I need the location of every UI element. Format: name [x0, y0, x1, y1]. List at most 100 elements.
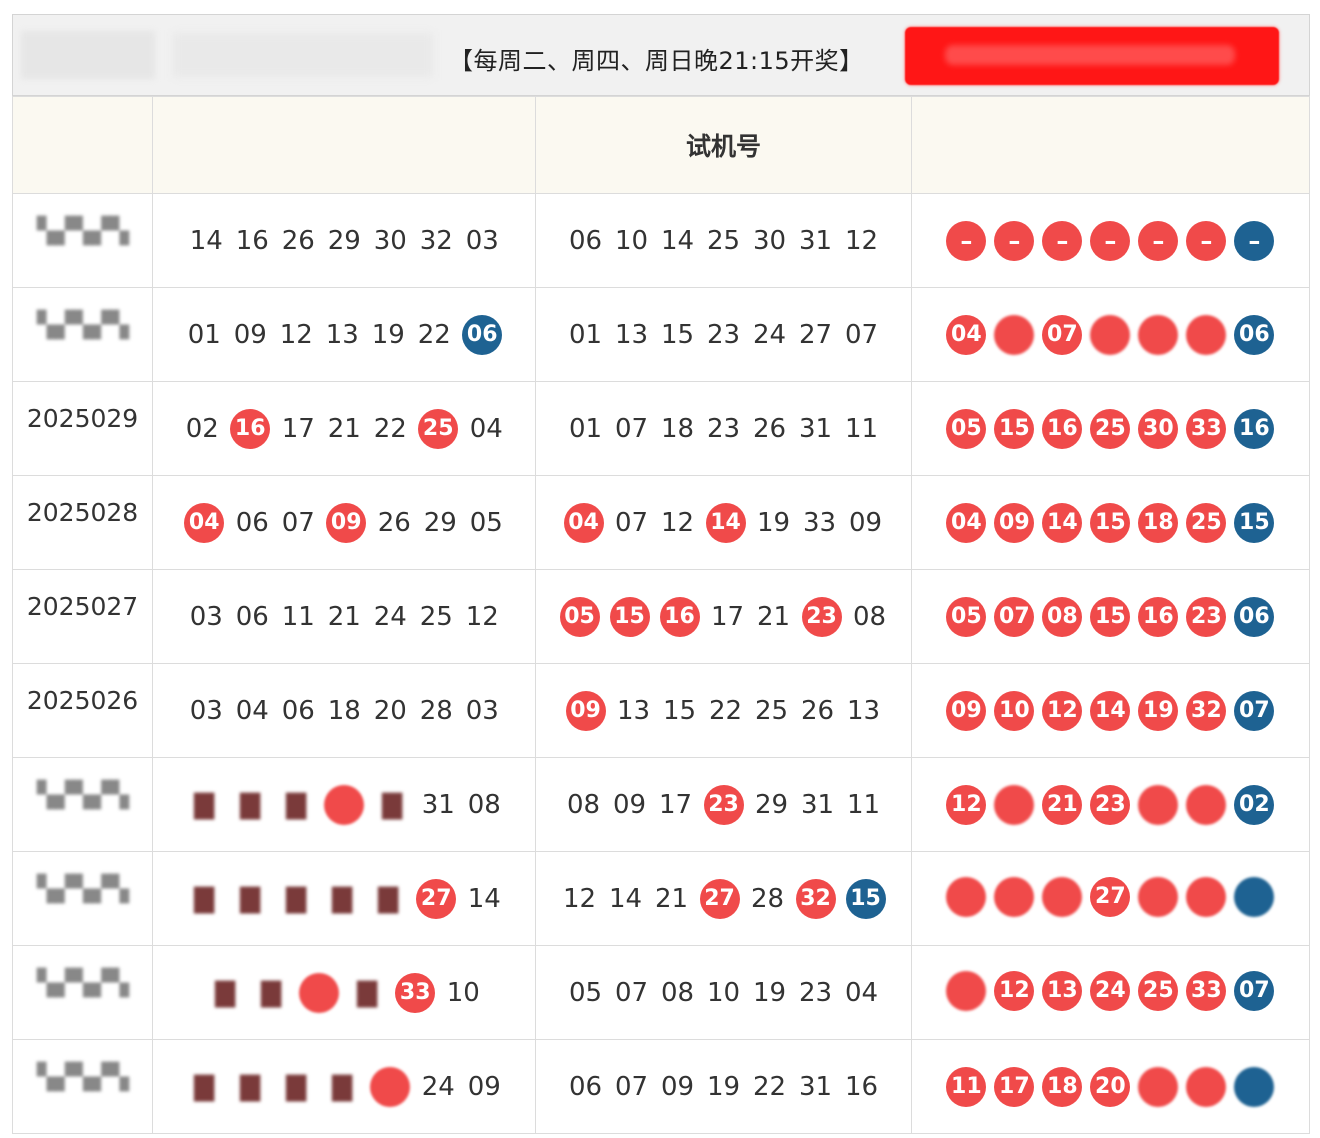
pick-ball: 18: [1138, 502, 1179, 543]
test-numbers-cell: 09 13 15 22 25 26 13: [535, 663, 912, 758]
test-number: 31: [798, 1071, 833, 1102]
draw-number: 07: [281, 507, 315, 538]
pick-ball: 25: [1186, 502, 1227, 543]
pick-ball: 18: [1042, 1066, 1083, 1107]
table-row: ▚▞▚▞▚ ▇ ▇ ▇ 33 10 05 07 08 10 19 23 04 12 13 24 25 33 07: [11, 945, 1311, 1040]
test-number: 06: [568, 225, 603, 256]
draw-number: 28: [419, 695, 453, 726]
draw-number: [299, 972, 340, 1013]
test-number: 23: [798, 977, 833, 1008]
draw-numbers-cell: ▇ ▇ ▇ 33 10: [152, 945, 537, 1040]
draw-number: 29: [327, 225, 361, 256]
draw-number: 03: [189, 601, 223, 632]
pick-ball: 09: [994, 502, 1035, 543]
draw-number: 09: [233, 319, 267, 350]
draw-numbers: ▇ ▇ ▇ ▇ 24 09: [186, 1066, 502, 1107]
test-numbers: 06 07 09 19 22 31 16: [568, 1072, 880, 1102]
draw-numbers-cell: ▇ ▇ ▇ ▇ 24 09: [152, 1039, 537, 1134]
test-number: 09: [565, 690, 606, 731]
pick-ball: 33: [1186, 408, 1227, 449]
draw-number: ▇: [357, 977, 378, 1008]
draw-number: ▇: [194, 883, 215, 914]
draw-number: 16: [235, 225, 269, 256]
pick-ball: [1138, 876, 1179, 917]
pick-ball: 02: [1234, 784, 1275, 825]
draw-numbers-cell: 02 16 17 21 22 25 04: [152, 381, 537, 476]
period-cell: ▚▞▚▞▚: [11, 193, 154, 288]
pick-ball: 30: [1138, 408, 1179, 449]
pick-balls: 27: [946, 876, 1275, 917]
header-test-numbers-label: 试机号: [686, 132, 762, 161]
pick-ball: 15: [1234, 502, 1275, 543]
draw-number: ▇: [378, 883, 399, 914]
draw-number: 17: [281, 413, 315, 444]
test-number: 13: [846, 695, 881, 726]
test-number: 28: [750, 883, 785, 914]
draw-numbers-cell: ▇ ▇ ▇ ▇ ▇ 27 14: [152, 851, 537, 946]
draw-number: 09: [326, 502, 367, 543]
pick-balls: 09 10 12 14 19 32 07: [946, 690, 1275, 731]
draw-numbers-cell: 03 06 11 21 24 25 12: [152, 569, 537, 664]
pick-ball: 12: [994, 970, 1035, 1011]
pick-ball: [1186, 314, 1227, 355]
test-numbers-cell: 01 07 18 23 26 31 11: [535, 381, 912, 476]
pick-ball: –: [946, 220, 987, 261]
pick-ball: 25: [1090, 408, 1131, 449]
draw-number: 31: [421, 789, 455, 820]
test-numbers-cell: 12 14 21 27 28 32 15: [535, 851, 912, 946]
draw-number: 12: [279, 319, 313, 350]
pick-balls: – – – – – – –: [946, 220, 1275, 261]
draw-number: 12: [465, 601, 499, 632]
test-numbers: 12 14 21 27 28 32 15: [562, 878, 886, 919]
pick-ball: 07: [1234, 970, 1275, 1011]
promo-banner-button[interactable]: [905, 27, 1279, 85]
test-number: 17: [658, 789, 693, 820]
pick-ball: 06: [1234, 314, 1275, 355]
test-number: 27: [699, 878, 740, 919]
pick-balls-cell: 04 09 14 15 18 25 15: [910, 475, 1311, 570]
pick-ball: 32: [1186, 690, 1227, 731]
test-number: 05: [568, 977, 603, 1008]
test-number: 14: [660, 225, 695, 256]
draw-numbers: ▇ ▇ ▇ ▇ ▇ 27 14: [186, 878, 502, 919]
pick-ball: –: [994, 220, 1035, 261]
period-number: 2025029: [26, 404, 139, 433]
draw-number: 24: [421, 1071, 455, 1102]
table-row: 2025026 03 04 06 18 20 28 03 09 13 15 22 25 26 13 09 10 1…: [11, 663, 1311, 758]
pick-ball: [1234, 1066, 1275, 1107]
table-row: ▚▞▚▞▚ 01 09 12 13 19 22 06 01 13 15 23 24 27 07 04 07 06: [11, 287, 1311, 382]
pick-ball: 21: [1042, 784, 1083, 825]
draw-number: 14: [189, 225, 223, 256]
pick-ball: 10: [994, 690, 1035, 731]
test-number: 04: [563, 502, 604, 543]
pick-balls-cell: – – – – – – –: [910, 193, 1311, 288]
draw-number: ▇: [240, 789, 261, 820]
pick-ball: 05: [946, 596, 987, 637]
draw-number: 14: [467, 883, 501, 914]
draw-number: 09: [467, 1071, 501, 1102]
draw-number: 26: [281, 225, 315, 256]
pick-ball: –: [1090, 220, 1131, 261]
period-number: ▚▞▚▞▚: [36, 216, 129, 245]
period-cell: 2025028: [11, 475, 154, 570]
pick-ball: [1090, 314, 1131, 355]
test-number: 08: [852, 601, 887, 632]
pick-ball: [1042, 876, 1083, 917]
header-pick-cell: [910, 96, 1311, 194]
pick-balls: 12 13 24 25 33 07: [946, 970, 1275, 1011]
pick-ball: [994, 314, 1035, 355]
pick-ball: 16: [1138, 596, 1179, 637]
pick-ball: 11: [946, 1066, 987, 1107]
pick-ball: 07: [1234, 690, 1275, 731]
draw-number: 03: [465, 225, 499, 256]
test-number: 18: [660, 413, 695, 444]
test-numbers: 01 13 15 23 24 27 07: [568, 320, 880, 350]
pick-ball: [1138, 1066, 1179, 1107]
pick-ball: 16: [1234, 408, 1275, 449]
test-number: 21: [654, 883, 689, 914]
test-numbers-cell: 01 13 15 23 24 27 07: [535, 287, 912, 382]
test-numbers-cell: 06 10 14 25 30 31 12: [535, 193, 912, 288]
test-numbers-cell: 06 07 09 19 22 31 16: [535, 1039, 912, 1134]
test-number: 22: [752, 1071, 787, 1102]
test-number: 01: [568, 413, 603, 444]
